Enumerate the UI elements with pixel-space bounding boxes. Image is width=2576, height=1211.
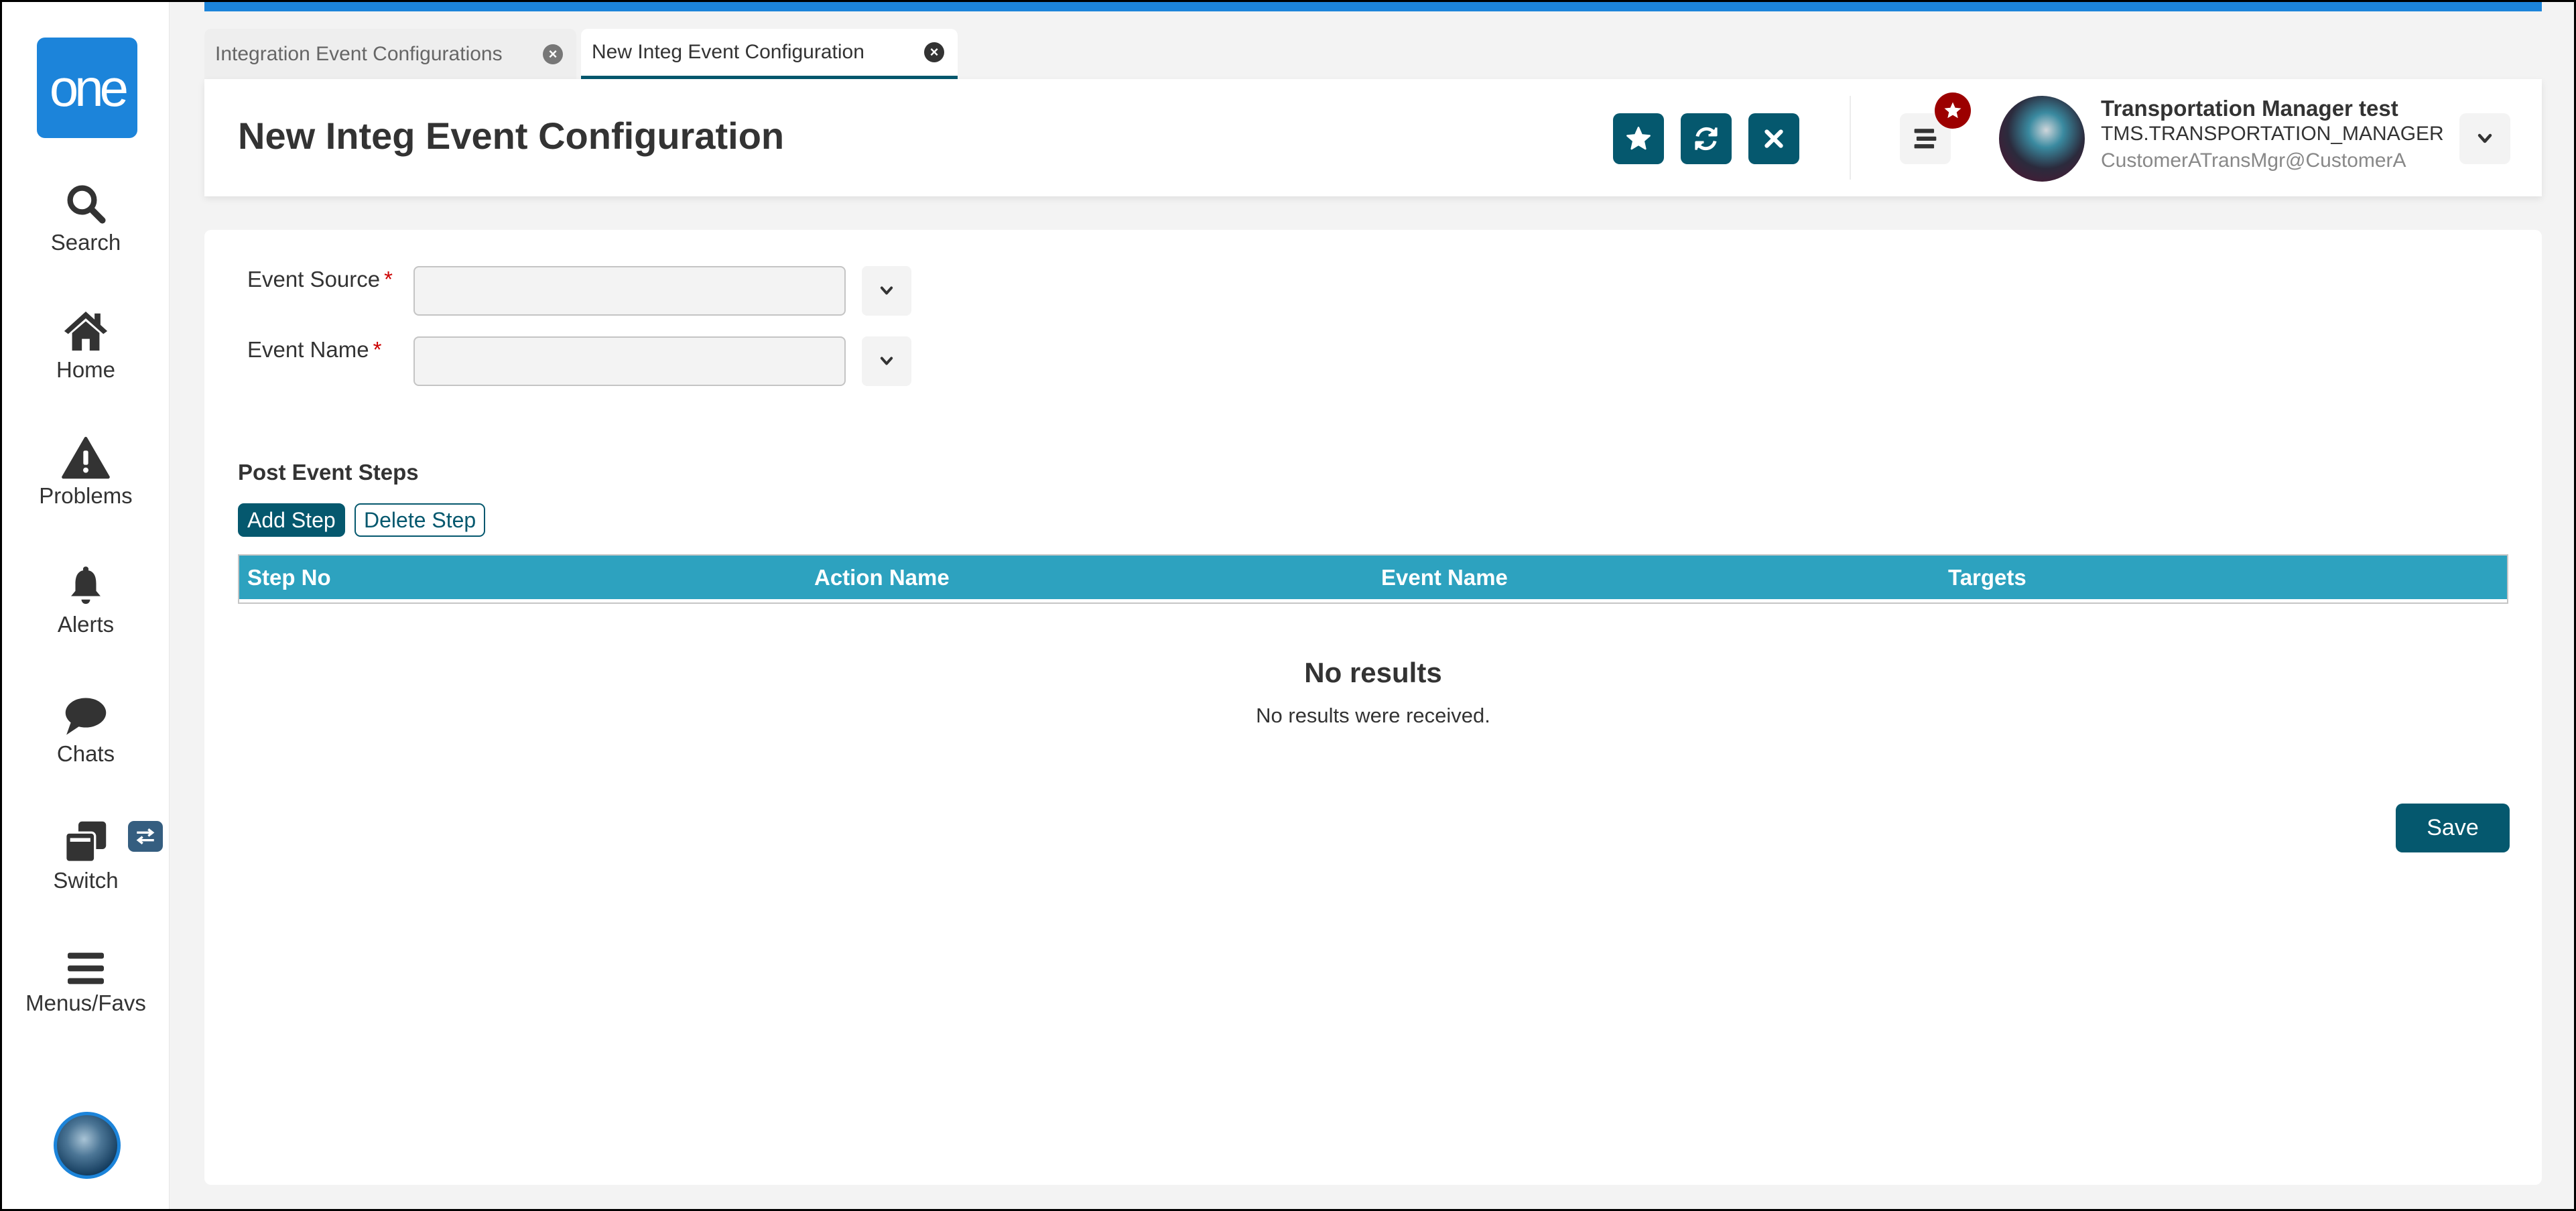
tab-integration-event-configurations[interactable]: Integration Event Configurations × (204, 29, 576, 79)
delete-step-button[interactable]: Delete Step (355, 503, 486, 537)
header-divider (1850, 96, 1851, 180)
bell-icon (71, 566, 101, 604)
event-source-input[interactable] (413, 266, 846, 316)
hamburger-icon (68, 952, 104, 984)
user-email: CustomerATransMgr@CustomerA (2101, 149, 2406, 172)
save-button[interactable]: Save (2396, 804, 2510, 852)
app-logo[interactable]: one (37, 38, 137, 138)
user-avatar[interactable] (1999, 96, 2085, 182)
event-name-label-text: Event Name (247, 337, 369, 362)
event-source-dropdown-button[interactable] (862, 266, 911, 316)
user-avatar[interactable] (54, 1112, 121, 1179)
sidebar: one Search Home Problems Alerts Chats Sw… (2, 2, 170, 1209)
switch-context-button[interactable] (128, 821, 163, 852)
sidebar-item-label: Problems (39, 483, 133, 508)
required-marker: * (373, 337, 382, 362)
sidebar-item-menus-favs[interactable]: Menus/Favs (2, 950, 170, 1016)
refresh-button[interactable] (1681, 113, 1732, 164)
required-marker: * (384, 267, 393, 292)
sidebar-item-label: Home (56, 357, 116, 382)
close-page-button[interactable] (1748, 113, 1799, 164)
column-header-event-name[interactable]: Event Name (1373, 565, 1940, 590)
home-icon (64, 311, 108, 351)
star-icon (1626, 127, 1651, 150)
grid-header-row: Step No Action Name Event Name Targets (239, 556, 2507, 602)
sidebar-item-home[interactable]: Home (2, 309, 170, 383)
tab-new-integ-event-configuration[interactable]: New Integ Event Configuration × (581, 29, 958, 79)
sidebar-item-label: Search (50, 230, 121, 255)
page-header: New Integ Event Configuration Transporta… (204, 79, 2542, 196)
chevron-down-icon (2477, 133, 2492, 143)
window-switch-icon (64, 821, 107, 863)
tab-label: Integration Event Configurations (215, 42, 503, 65)
sidebar-item-chats[interactable]: Chats (2, 696, 170, 767)
sidebar-item-label: Alerts (57, 612, 115, 637)
post-event-steps-title: Post Event Steps (238, 460, 419, 485)
main-content: Event Source * Event Name * Post Event Ste… (204, 230, 2542, 1185)
star-icon (1944, 102, 1961, 119)
warning-icon (62, 436, 110, 479)
event-source-label: Event Source * (247, 267, 393, 292)
refresh-icon (1695, 127, 1718, 151)
empty-state-title: No results (1304, 657, 1442, 688)
event-name-dropdown-button[interactable] (862, 336, 911, 386)
sidebar-item-alerts[interactable]: Alerts (2, 564, 170, 637)
chevron-down-icon (880, 357, 893, 365)
favorites-badge[interactable] (1935, 92, 1971, 129)
close-tab-icon[interactable]: × (924, 42, 944, 62)
post-event-steps-grid: Step No Action Name Event Name Targets (238, 554, 2508, 604)
column-header-targets[interactable]: Targets (1940, 565, 2507, 590)
align-center-icon (1914, 129, 1937, 149)
event-name-label: Event Name * (247, 337, 381, 363)
close-tab-icon[interactable]: × (543, 44, 563, 64)
add-step-button[interactable]: Add Step (238, 503, 345, 537)
sidebar-item-problems[interactable]: Problems (2, 436, 170, 509)
column-header-step-no[interactable]: Step No (239, 565, 806, 590)
event-name-input[interactable] (413, 336, 846, 386)
exchange-arrows-icon (136, 828, 155, 844)
column-header-action-name[interactable]: Action Name (806, 565, 1373, 590)
event-source-label-text: Event Source (247, 267, 381, 292)
chat-icon (65, 698, 107, 735)
sidebar-item-search[interactable]: Search (2, 182, 170, 255)
search-icon (67, 185, 106, 224)
favorite-button[interactable] (1613, 113, 1664, 164)
top-accent-bar (204, 2, 2542, 11)
user-role: TMS.TRANSPORTATION_MANAGER (2101, 123, 2444, 145)
tab-label: New Integ Event Configuration (592, 41, 864, 63)
logo-text: one (49, 58, 129, 117)
page-title: New Integ Event Configuration (238, 115, 785, 157)
user-menu-dropdown[interactable] (2459, 113, 2510, 164)
sidebar-item-label: Chats (56, 741, 115, 766)
user-name: Transportation Manager test (2101, 96, 2398, 121)
close-icon (1764, 129, 1783, 148)
sidebar-item-label: Menus/Favs (25, 991, 146, 1015)
chevron-down-icon (880, 286, 893, 295)
empty-state-message: No results were received. (1256, 704, 1490, 727)
sidebar-item-label: Switch (53, 868, 119, 893)
